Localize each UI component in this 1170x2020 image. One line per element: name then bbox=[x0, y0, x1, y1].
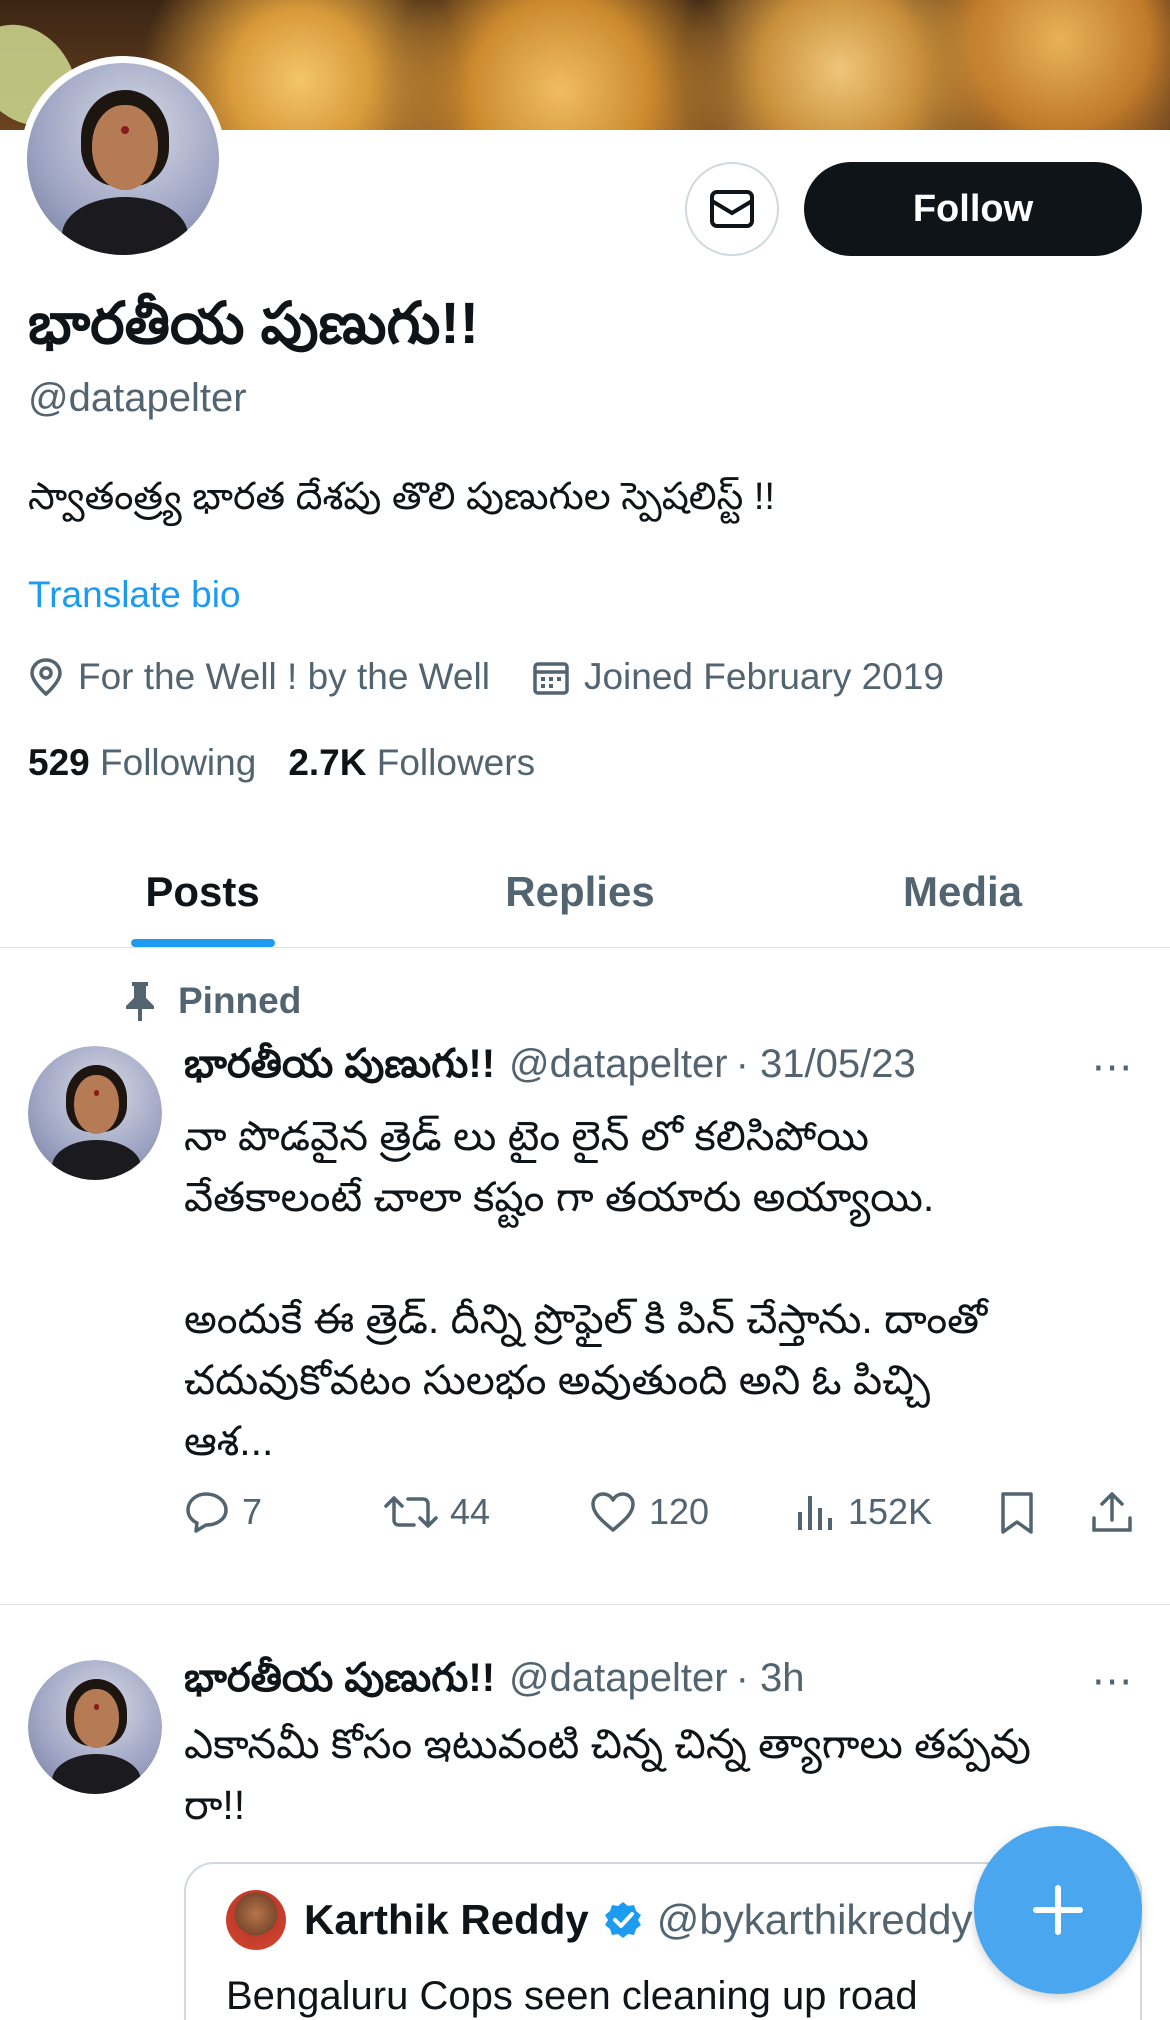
post-avatar[interactable] bbox=[28, 1046, 162, 1180]
pinned-label: Pinned bbox=[124, 980, 301, 1022]
quote-author: Karthik Reddy bbox=[304, 1896, 589, 1943]
more-icon[interactable]: ··· bbox=[1092, 1046, 1133, 1092]
translate-bio-link[interactable]: Translate bio bbox=[28, 574, 241, 616]
repost-button[interactable]: 44 bbox=[384, 1490, 490, 1534]
message-button[interactable] bbox=[685, 162, 779, 256]
pinned-text: Pinned bbox=[178, 980, 302, 1021]
post-header: భారతీయ పుణుగు!! @datapelter · 31/05/23 bbox=[184, 1042, 916, 1097]
envelope-icon bbox=[710, 190, 754, 228]
active-tab-indicator bbox=[130, 939, 275, 947]
followers-link[interactable]: 2.7K Followers bbox=[288, 742, 535, 784]
post-header: భారతీయ పుణుగు!! @datapelter · 3h bbox=[184, 1656, 805, 1711]
calendar-icon bbox=[533, 662, 569, 695]
profile-tabs: Posts Replies Media bbox=[0, 836, 1170, 948]
bookmark-icon bbox=[1001, 1492, 1033, 1534]
location-pin-icon bbox=[30, 658, 62, 697]
avatar-image bbox=[28, 1660, 162, 1794]
post-author[interactable]: భారతీయ పుణుగు!! bbox=[184, 1656, 495, 1711]
following-label: Following bbox=[100, 742, 257, 783]
avatar-image bbox=[28, 1046, 162, 1180]
profile-handle: @datapelter bbox=[28, 376, 247, 420]
views-count: 152K bbox=[848, 1491, 933, 1532]
tab-media[interactable]: Media bbox=[755, 836, 1170, 947]
share-button[interactable] bbox=[1090, 1490, 1146, 1536]
profile-location: For the Well ! by the Well bbox=[28, 656, 490, 698]
like-count: 120 bbox=[649, 1491, 710, 1532]
quote-avatar bbox=[226, 1890, 286, 1950]
post-handle[interactable]: @datapelter bbox=[509, 1656, 728, 1701]
tab-replies[interactable]: Replies bbox=[405, 836, 755, 947]
more-icon[interactable]: ··· bbox=[1092, 1660, 1133, 1706]
post-text: ఎకానమీ కోసం ఇటువంటి చిన్న చిన్న త్యాగాలు… bbox=[184, 1721, 1031, 1828]
avatar-image bbox=[27, 63, 219, 255]
profile-avatar[interactable] bbox=[20, 56, 226, 262]
joined-text: Joined February 2019 bbox=[583, 656, 944, 697]
profile-stats: 529 Following 2.7K Followers bbox=[28, 742, 567, 784]
reply-count: 7 bbox=[242, 1491, 263, 1532]
post-time: · 3h bbox=[735, 1656, 805, 1700]
post-avatar[interactable] bbox=[28, 1660, 162, 1794]
reply-button[interactable]: 7 bbox=[184, 1490, 262, 1534]
post-text: నా పొడవైన త్రెడ్ లు టైం లైన్ లో కలిసిపోయ… bbox=[184, 1113, 988, 1464]
quote-handle: @bykarthikreddy bbox=[656, 1896, 973, 1943]
verified-icon bbox=[604, 1902, 641, 1938]
profile-bio: స్వాతంత్ర్య భారత దేశపు తొలి పుణుగుల స్పె… bbox=[28, 476, 775, 518]
views-button[interactable]: 152K bbox=[796, 1490, 932, 1534]
repost-icon bbox=[384, 1496, 438, 1528]
post-handle[interactable]: @datapelter bbox=[509, 1042, 728, 1087]
share-icon bbox=[1092, 1492, 1132, 1532]
compose-post-button[interactable] bbox=[974, 1826, 1142, 1994]
post-author[interactable]: భారతీయ పుణుగు!! bbox=[184, 1042, 495, 1097]
bookmark-button[interactable] bbox=[998, 1490, 1048, 1536]
follow-button[interactable]: Follow bbox=[804, 162, 1142, 256]
like-button[interactable]: 120 bbox=[589, 1490, 709, 1534]
tab-media-label: Media bbox=[902, 867, 1023, 915]
post-divider bbox=[0, 1604, 1170, 1605]
following-count: 529 bbox=[28, 742, 90, 783]
quote-text: Bengaluru Cops seen cleaning up road bbox=[226, 1974, 918, 2018]
following-link[interactable]: 529 Following bbox=[28, 742, 256, 784]
views-icon bbox=[798, 1496, 832, 1530]
followers-label: Followers bbox=[376, 742, 536, 783]
like-icon bbox=[591, 1492, 635, 1532]
quote-header: Karthik Reddy @bykarthikreddy bbox=[226, 1890, 1100, 1950]
tab-replies-label: Replies bbox=[505, 867, 655, 915]
followers-count: 2.7K bbox=[288, 742, 367, 783]
post-time: · 31/05/23 bbox=[735, 1042, 916, 1086]
profile-name: భారతీయ పుణుగు!! bbox=[28, 291, 479, 356]
reply-icon bbox=[186, 1492, 228, 1533]
repost-count: 44 bbox=[450, 1491, 491, 1532]
profile-meta: For the Well ! by the Well Joined Februa… bbox=[28, 656, 986, 698]
compose-plus-icon bbox=[1033, 1885, 1083, 1935]
post-actions: 7 44 120 152K bbox=[184, 1490, 1144, 1550]
tab-posts[interactable]: Posts bbox=[0, 836, 405, 947]
tab-posts-label: Posts bbox=[145, 867, 260, 915]
location-text: For the Well ! by the Well bbox=[78, 656, 490, 697]
profile-joined: Joined February 2019 bbox=[532, 656, 944, 698]
pin-icon bbox=[126, 982, 154, 1021]
